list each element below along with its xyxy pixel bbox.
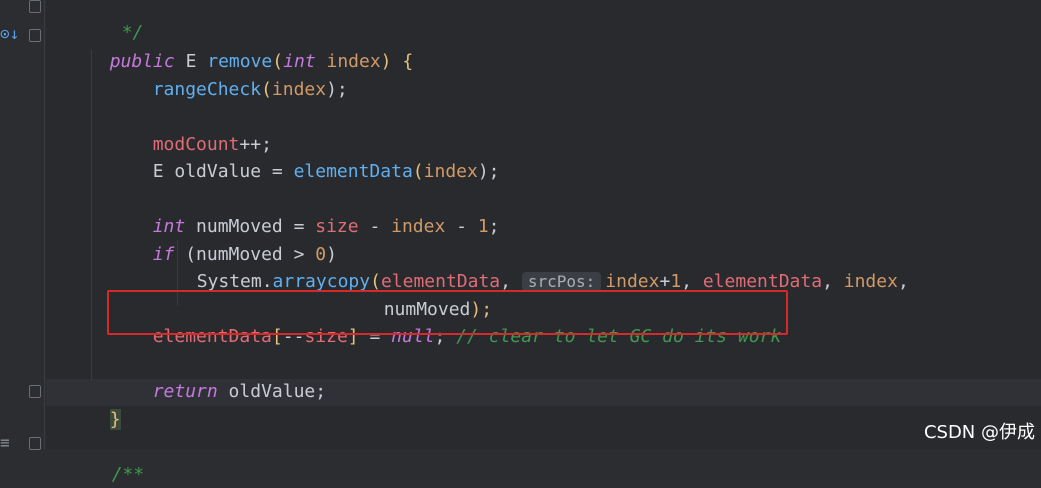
indent-guide bbox=[91, 50, 92, 380]
gutter-divider bbox=[44, 0, 45, 449]
code-line-signature: public E remove(int index) { bbox=[88, 21, 414, 72]
menu-icon[interactable]: ≡ bbox=[0, 433, 10, 452]
code-line-close-brace: } bbox=[88, 379, 121, 430]
operator: + bbox=[659, 271, 671, 292]
editor-gutter bbox=[0, 0, 46, 449]
keyword-if: if bbox=[152, 244, 175, 265]
separator: , bbox=[500, 271, 522, 292]
call-rangecheck[interactable]: rangeCheck bbox=[153, 79, 261, 100]
brace: { bbox=[402, 51, 414, 72]
parameter-hint: srcPos: bbox=[521, 272, 602, 292]
separator: , bbox=[897, 271, 909, 292]
watermark: CSDN @伊成 bbox=[923, 422, 1035, 443]
paren-semi: ); bbox=[477, 161, 500, 182]
code-line-return: return oldValue; bbox=[131, 351, 326, 402]
brace: } bbox=[109, 409, 121, 430]
fold-icon[interactable] bbox=[29, 437, 41, 450]
override-icon[interactable]: ⊙↓ bbox=[0, 24, 19, 43]
operator: - bbox=[358, 216, 392, 237]
operator: - bbox=[445, 216, 478, 237]
field-elementdata: elementData bbox=[702, 271, 823, 292]
call-elementdata[interactable]: elementData bbox=[294, 161, 413, 182]
separator: , bbox=[681, 271, 703, 292]
red-highlight-box bbox=[107, 290, 788, 335]
code-line-modcount: modCount++; bbox=[131, 104, 272, 155]
code-line-nummoved: int numMoved = size - index - 1; bbox=[131, 186, 500, 237]
paren-semi: ); bbox=[326, 79, 348, 100]
separator: , bbox=[822, 271, 844, 292]
fold-icon[interactable] bbox=[29, 0, 41, 13]
arg-index: index bbox=[271, 79, 327, 100]
paren: ( bbox=[412, 161, 424, 182]
arg-index: index bbox=[605, 271, 660, 292]
number-literal: 1 bbox=[477, 216, 489, 237]
class-system: System. bbox=[196, 271, 273, 292]
arg-index: index bbox=[843, 271, 898, 292]
number-literal: 1 bbox=[670, 271, 682, 292]
fold-icon[interactable] bbox=[29, 385, 41, 398]
declaration: E oldValue = bbox=[152, 161, 294, 182]
fold-icon[interactable] bbox=[29, 29, 41, 42]
code-line-oldvalue: E oldValue = elementData(index); bbox=[131, 131, 500, 182]
code-line-comment-end: */ bbox=[100, 0, 144, 43]
arg-index: index bbox=[423, 161, 478, 182]
paren: ( bbox=[261, 79, 272, 100]
paren: ) bbox=[380, 51, 392, 72]
code-line-arraycopy: System.arraycopy(elementData, srcPos: ind… bbox=[175, 241, 909, 292]
code-line-if: if (numMoved > 0) bbox=[131, 214, 337, 265]
code-line-doc-start: /** bbox=[90, 434, 145, 485]
call-arraycopy[interactable]: arraycopy bbox=[273, 271, 371, 292]
keyword-return: return bbox=[152, 381, 218, 402]
code-line-rangecheck: rangeCheck(index); bbox=[131, 49, 348, 100]
return-value: oldValue; bbox=[217, 381, 327, 402]
semicolon: ; bbox=[488, 216, 500, 237]
arg-index: index bbox=[391, 216, 446, 237]
doc-comment: /** bbox=[111, 464, 145, 485]
